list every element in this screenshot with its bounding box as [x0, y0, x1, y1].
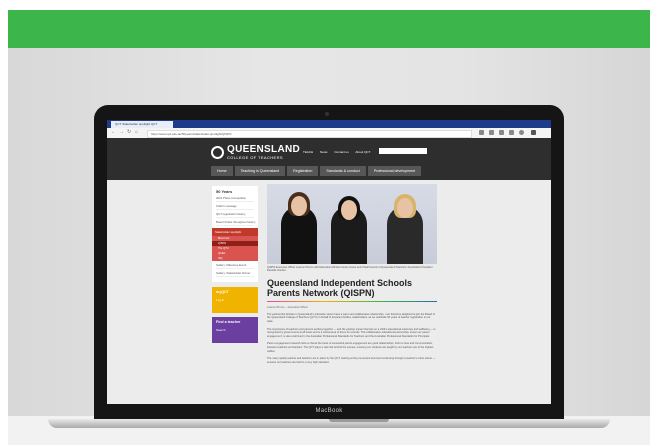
photo-caption: QISPN Executive Officer Leanne Pimms wit…	[267, 266, 433, 273]
home-icon[interactable]: ⌂	[135, 129, 138, 135]
sidebar-item[interactable]: QCT registration history	[216, 212, 254, 218]
face-center	[341, 200, 357, 220]
article-photo	[267, 184, 437, 264]
top-links: TEACH News Contact us About QCT	[303, 150, 376, 154]
find-teacher-card: Find a teacher Search	[212, 317, 258, 343]
refresh-icon[interactable]: ↻	[127, 129, 131, 135]
nav-registration[interactable]: Registration	[287, 166, 319, 176]
sidebar-subitem[interactable]: ISQ	[212, 256, 258, 261]
forward-icon[interactable]: →	[119, 129, 124, 135]
article-paragraph: The partnership families in Queensland's…	[267, 312, 435, 323]
main-nav: Home Teaching in Queensland Registration St…	[211, 166, 423, 176]
myqct-card: myQCT Log in	[212, 287, 258, 313]
title-divider	[267, 300, 437, 302]
page-title: Queensland Independent Schools Parents N…	[267, 277, 413, 298]
green-banner	[8, 10, 650, 48]
article-paragraph: Parent engagement research tells us that…	[267, 342, 434, 353]
photo-scene: QCT Stakeholder spotlight QCT + ← → ↻ ⌂ …	[8, 48, 650, 445]
nav-home[interactable]: Home	[211, 166, 233, 176]
new-tab-icon[interactable]: +	[171, 121, 173, 126]
face-right	[397, 198, 413, 218]
article-paragraph: The many quality teacher and teachers ar…	[267, 357, 436, 364]
profile-icon[interactable]	[519, 130, 524, 135]
logo-subtitle: COLLEGE OF TEACHERS	[227, 155, 283, 160]
find-teacher-button[interactable]: Search	[216, 328, 254, 332]
page-content: 50 Years 2021 Photo Competition Chair's …	[107, 180, 551, 404]
browser-tab-bar: QCT Stakeholder spotlight QCT +	[107, 120, 551, 128]
favorite-icon[interactable]	[489, 130, 494, 135]
more-menu-icon[interactable]	[531, 130, 536, 135]
sidebar-item[interactable]: Gallery: Stakeholder Dinner	[216, 271, 254, 277]
login-button[interactable]: Log in	[216, 298, 254, 302]
sidebar-item[interactable]: 2021 Photo Competition	[216, 196, 254, 202]
collections-icon[interactable]	[499, 130, 504, 135]
article-meta: Leanne Pimms — Executive Officer	[267, 305, 308, 309]
sidebar-item[interactable]: Chair's message	[216, 204, 254, 210]
address-bar[interactable]: https://www.qct.edu.au/50years/stakehold…	[147, 130, 472, 138]
nav-teaching[interactable]: Teaching in Queensland	[234, 166, 286, 176]
find-teacher-title: Find a teacher	[216, 320, 241, 324]
webcam-icon	[325, 112, 329, 116]
article: QISPN Executive Officer Leanne Pimms wit…	[267, 184, 437, 364]
reader-icon[interactable]	[479, 130, 484, 135]
laptop-notch	[329, 419, 389, 422]
laptop-lid: QCT Stakeholder spotlight QCT + ← → ↻ ⌂ …	[94, 105, 564, 422]
laptop-base	[48, 419, 610, 428]
top-link-teach[interactable]: TEACH	[303, 150, 313, 154]
site-search-input[interactable]	[379, 148, 427, 154]
nav-standards[interactable]: Standards & conduct	[320, 166, 366, 176]
laptop-screen: QCT Stakeholder spotlight QCT + ← → ↻ ⌂ …	[107, 120, 551, 404]
top-link-contact[interactable]: Contact us	[334, 150, 348, 154]
device-label: MacBook	[315, 408, 343, 414]
nav-professional-development[interactable]: Professional development	[367, 166, 422, 176]
logo-emblem-icon	[211, 146, 224, 159]
sidebar-title: 50 Years	[216, 189, 233, 194]
sidebar-item-active[interactable]: Stakeholder spotlight	[212, 228, 258, 236]
logo-name: QUEENSLAND	[227, 144, 301, 155]
sidebar-menu: 50 Years 2021 Photo Competition Chair's …	[212, 186, 258, 282]
article-paragraph: The importance of teachers and parents w…	[267, 327, 436, 338]
top-link-about[interactable]: About QCT	[355, 150, 370, 154]
back-icon[interactable]: ←	[111, 129, 116, 135]
top-link-news[interactable]: News	[320, 150, 328, 154]
sidebar-item[interactable]: Board Chairs throughout history	[216, 220, 256, 226]
browser-tab[interactable]: QCT Stakeholder spotlight QCT	[111, 121, 173, 128]
sidebar-item[interactable]: Gallery: Milestone Event	[216, 263, 254, 269]
myqct-title: myQCT	[216, 290, 229, 294]
sidebar: 50 Years 2021 Photo Competition Chair's …	[212, 186, 258, 404]
extensions-icon[interactable]	[509, 130, 514, 135]
face-left	[291, 196, 307, 216]
